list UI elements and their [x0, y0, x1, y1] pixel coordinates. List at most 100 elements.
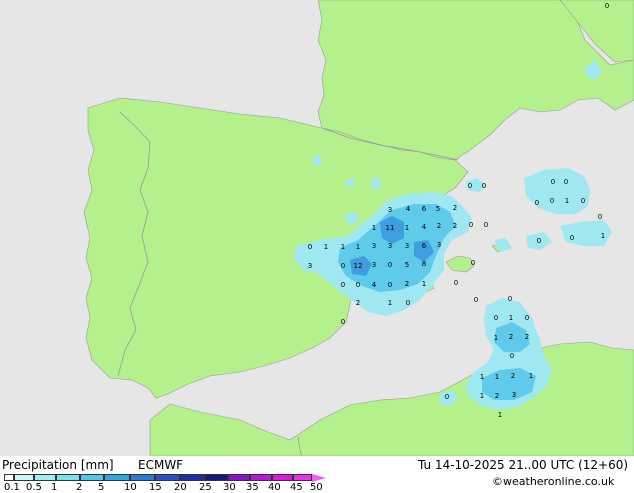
- precip-value: 5: [436, 205, 440, 213]
- precip-value: 3: [372, 242, 376, 250]
- colorbar-swatch: [14, 474, 34, 481]
- precip-value: 1: [480, 392, 484, 400]
- precip-value: 3: [388, 242, 392, 250]
- precip-value: 3: [437, 241, 441, 249]
- colorbar-label: 50: [310, 482, 323, 493]
- valid-time: Tu 14-10-2025 21..00 UTC (12+60): [418, 458, 629, 472]
- precip-value: 0: [308, 243, 312, 251]
- precip-value: 0: [471, 259, 475, 267]
- colorbar-swatch: [130, 474, 155, 481]
- precip-value: 0: [484, 221, 488, 229]
- precip-value: 0: [494, 314, 498, 322]
- precip-value: 1: [494, 334, 498, 342]
- precip-value: 6: [422, 242, 427, 250]
- precip-value: 1: [388, 299, 392, 307]
- precip-value: 0: [356, 281, 360, 289]
- colorbar-swatch: [180, 474, 205, 481]
- product-title: Precipitation [mm]: [2, 458, 114, 472]
- colorbar-swatch: [228, 474, 250, 481]
- precip-value: 2: [509, 333, 513, 341]
- colorbar-label: 2: [76, 482, 83, 493]
- colorbar-swatch: [250, 474, 272, 481]
- colorbar-label: 40: [268, 482, 281, 493]
- precip-value: 3: [405, 242, 409, 250]
- precip-value: 2: [453, 222, 457, 230]
- colorbar-swatch: [4, 474, 14, 481]
- precip-value: 0: [525, 314, 529, 322]
- colorbar-label: 20: [174, 482, 187, 493]
- precip-value: 0: [469, 221, 473, 229]
- precip-value: 3: [512, 391, 516, 399]
- colorbar-label: 15: [149, 482, 162, 493]
- precip-value: 0: [550, 197, 554, 205]
- precip-value: 3: [372, 261, 376, 269]
- colorbar-label: 1: [51, 482, 58, 493]
- colorbar-swatch: [272, 474, 293, 481]
- precip-value: 1: [509, 314, 513, 322]
- precip-value: 0: [598, 213, 602, 221]
- precip-value: 0: [570, 234, 574, 242]
- precip-value: 0: [454, 279, 458, 287]
- precip-value: 0: [482, 182, 486, 190]
- precip-value: 2: [453, 204, 457, 212]
- precip-value: 6: [422, 205, 427, 213]
- precip-value: 1: [480, 373, 484, 381]
- precip-value: 0: [341, 262, 345, 270]
- colorbar-swatch: [104, 474, 130, 481]
- precip-value: 0: [535, 199, 539, 207]
- precip-value: 0: [341, 281, 345, 289]
- colorbar-swatch: [205, 474, 228, 481]
- precip-value: 11: [386, 224, 395, 232]
- precip-value: 2: [356, 299, 360, 307]
- precip-value: 5: [405, 261, 409, 269]
- precip-value: 0: [510, 352, 514, 360]
- precip-value: 2: [511, 372, 515, 380]
- precip-value: 1: [495, 373, 499, 381]
- precip-value: 0: [474, 296, 478, 304]
- colorbar-arrow: [312, 474, 326, 482]
- colorbar-label: 35: [246, 482, 259, 493]
- colorbar-label: 25: [199, 482, 212, 493]
- precip-value: 1: [498, 411, 502, 419]
- precip-value: 3: [308, 262, 312, 270]
- precip-value: 0: [445, 393, 449, 401]
- precip-value: 1: [405, 224, 409, 232]
- model-name: ECMWF: [138, 458, 184, 472]
- precip-value: 0: [388, 261, 392, 269]
- precip-value: 4: [406, 205, 411, 213]
- precip-value: 0: [508, 295, 512, 303]
- precip-value: 0: [581, 197, 585, 205]
- precip-value: 0: [551, 178, 555, 186]
- precip-value: 2: [495, 392, 499, 400]
- precip-value: 0: [468, 182, 472, 190]
- precip-value: 1: [372, 224, 376, 232]
- precip-value: 1: [565, 197, 569, 205]
- precip-value: 0: [341, 318, 345, 326]
- precip-value: 1: [356, 243, 360, 251]
- weather-map: 0 0 0 03 4 6 5 20 0 1 01 11 1 4 2 2 0 000 100 1 1 1 3 3 3 6 33 0 12 3…: [0, 0, 634, 490]
- colorbar-swatch: [56, 474, 80, 481]
- precip-value: 8: [422, 260, 426, 268]
- colorbar-swatch: [34, 474, 56, 481]
- precip-value: 0: [388, 281, 392, 289]
- precip-value: 0: [406, 299, 410, 307]
- colorbar-swatch: [80, 474, 104, 481]
- precip-value: 0: [537, 237, 541, 245]
- precip-value: 4: [372, 281, 377, 289]
- colorbar-label: 5: [98, 482, 105, 493]
- precip-value: 2: [405, 280, 409, 288]
- precip-value: 1: [601, 232, 605, 240]
- precip-value: 12: [354, 262, 363, 270]
- colorbar-label: 0.1: [4, 482, 20, 493]
- precip-value: 2: [437, 222, 441, 230]
- colorbar-swatch: [155, 474, 180, 481]
- precip-value: 2: [525, 333, 529, 341]
- colorbar-label: 0.5: [26, 482, 42, 493]
- precip-value: 0: [564, 178, 568, 186]
- colorbar-label: 10: [124, 482, 137, 493]
- precip-value: 1: [324, 243, 328, 251]
- colorbar-label: 30: [223, 482, 236, 493]
- precip-value: 0: [605, 2, 609, 10]
- precip-value: 1: [422, 280, 426, 288]
- precip-value: 1: [341, 243, 345, 251]
